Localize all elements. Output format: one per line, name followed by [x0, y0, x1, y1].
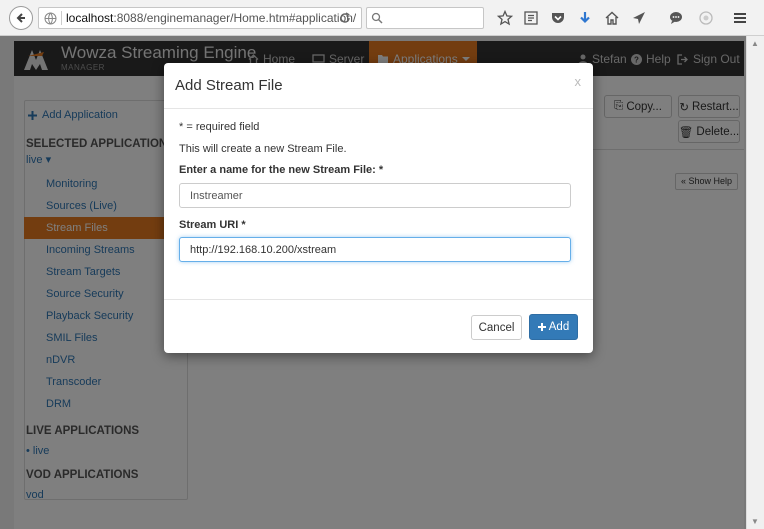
modal-header: Add Stream File x [164, 63, 593, 109]
modal-footer-divider [164, 299, 593, 300]
add-button[interactable]: Add [529, 314, 578, 340]
modal-title: Add Stream File [175, 77, 283, 94]
url-text[interactable]: localhost:8088/enginemanager/Home.htm#ap… [66, 11, 356, 25]
scroll-up-icon[interactable]: ▲ [751, 39, 759, 48]
home-icon[interactable] [603, 9, 621, 27]
download-icon[interactable] [576, 9, 594, 27]
search-icon [371, 12, 383, 24]
chat-icon[interactable] [667, 9, 685, 27]
reload-icon[interactable] [337, 10, 353, 26]
address-bar[interactable]: localhost:8088/enginemanager/Home.htm#ap… [38, 7, 362, 29]
back-button[interactable] [9, 6, 33, 30]
stream-uri-input[interactable] [179, 237, 571, 262]
menu-icon[interactable] [731, 9, 749, 27]
stream-uri-label: Stream URI * [179, 219, 246, 231]
reading-list-icon[interactable] [522, 9, 540, 27]
add-button-label: Add [548, 321, 570, 333]
search-input[interactable] [366, 7, 484, 29]
modal-description: This will create a new Stream File. [179, 143, 347, 155]
stream-file-name-label: Enter a name for the new Stream File: * [179, 164, 384, 176]
page-scrollbar[interactable]: ▲ ▼ [746, 36, 764, 529]
required-field-note: * = required field [179, 121, 260, 133]
address-divider [61, 11, 62, 25]
send-icon[interactable] [630, 9, 648, 27]
close-icon[interactable]: x [575, 74, 582, 89]
extension-icon[interactable] [697, 9, 715, 27]
add-stream-file-modal: Add Stream File x * = required field Thi… [164, 63, 593, 353]
url-host: localhost [66, 11, 114, 25]
cancel-button[interactable]: Cancel [471, 315, 522, 340]
stream-file-name-input[interactable] [179, 183, 571, 208]
site-info-icon[interactable] [43, 11, 57, 25]
pocket-icon[interactable] [549, 9, 567, 27]
bookmark-star-icon[interactable] [496, 9, 514, 27]
back-arrow-icon [16, 13, 25, 23]
url-path: :8088/enginemanager/Home.htm#application… [113, 11, 357, 25]
plus-icon [537, 323, 546, 331]
scroll-down-icon[interactable]: ▼ [751, 517, 759, 526]
browser-toolbar: localhost:8088/enginemanager/Home.htm#ap… [0, 0, 764, 36]
